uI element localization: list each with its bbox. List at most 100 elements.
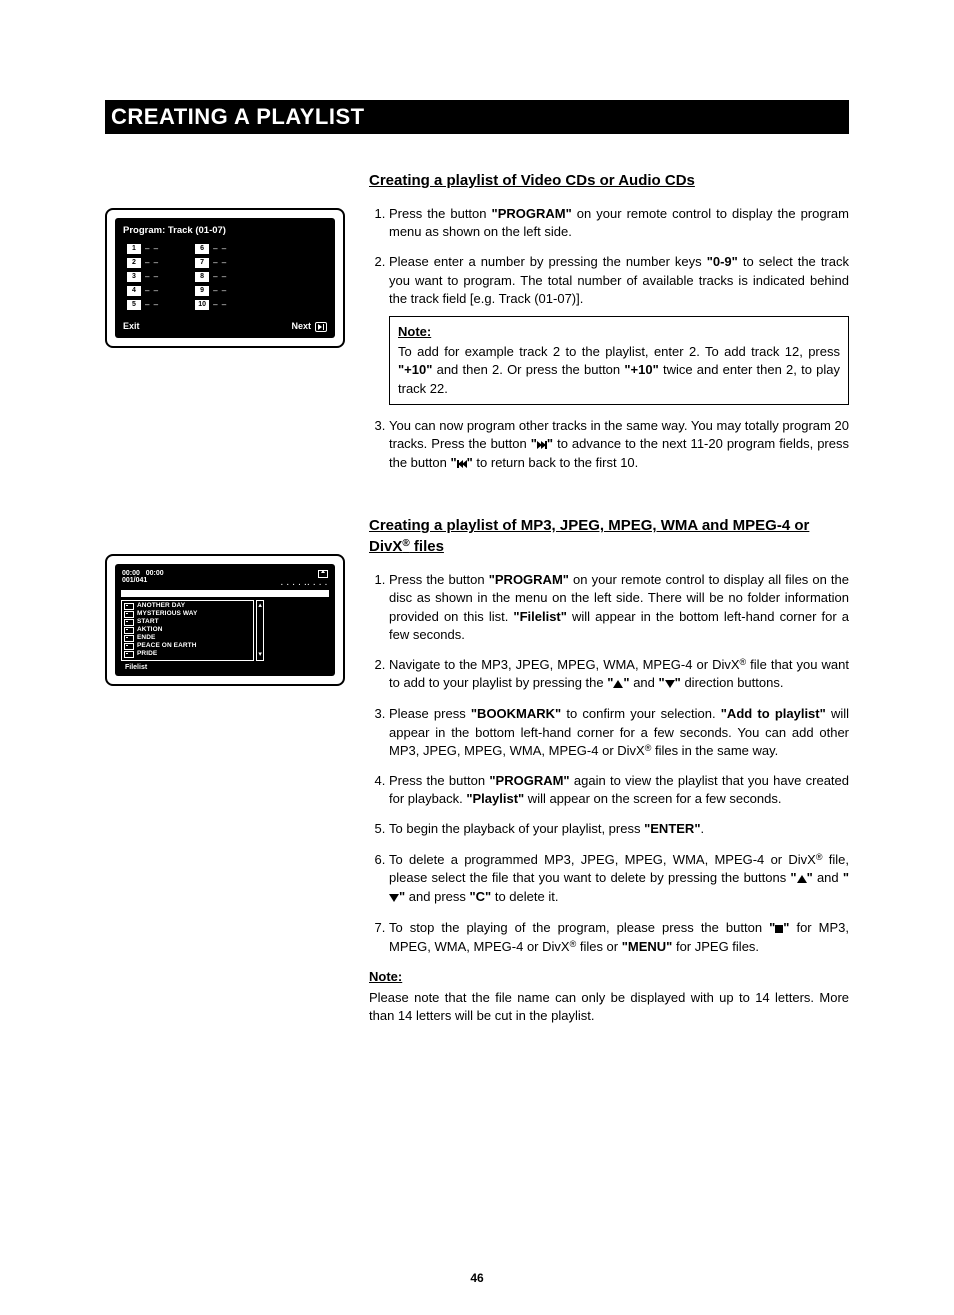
instruction-item: Press the button "PROGRAM" again to view… xyxy=(389,772,849,808)
slot-number: 3 xyxy=(127,272,141,282)
file-row: ANOTHER DAY xyxy=(124,603,251,610)
slot-number: 9 xyxy=(195,286,209,296)
ffwd-bar-icon xyxy=(545,441,547,449)
slot-number: 4 xyxy=(127,286,141,296)
file-icon xyxy=(124,635,134,642)
osd-counter: 001/041 xyxy=(122,577,147,584)
file-name: MYSTERIOUS WAY xyxy=(137,611,197,618)
osd-scrollbar: ▴ ▾ xyxy=(256,600,264,661)
slot-number: 6 xyxy=(195,244,209,254)
file-name: START xyxy=(137,619,159,626)
program-slot: 5 – – xyxy=(127,300,159,310)
program-slot: 10 – – xyxy=(195,300,227,310)
slot-placeholder: – – xyxy=(213,301,227,309)
next-icon xyxy=(315,322,327,332)
note-body: Please note that the file name can only … xyxy=(369,989,849,1025)
program-osd-figure: Program: Track (01-07) 1– –2– –3– –4– –5… xyxy=(105,208,345,348)
slot-placeholder: – – xyxy=(145,301,159,309)
osd-filelist-label: Filelist xyxy=(121,663,151,672)
program-slot: 7 – – xyxy=(195,258,227,268)
file-icon xyxy=(124,651,134,658)
scroll-up-icon: ▴ xyxy=(257,601,263,611)
left-column: Program: Track (01-07) 1– –2– –3– –4– –5… xyxy=(105,170,345,1025)
note-body: To add for example track 2 to the playli… xyxy=(398,343,840,398)
instruction-item: To begin the playback of your playlist, … xyxy=(389,820,849,838)
program-slot: 9 – – xyxy=(195,286,227,296)
right-column: Creating a playlist of Video CDs or Audi… xyxy=(369,170,849,1025)
file-name: ANOTHER DAY xyxy=(137,603,185,610)
program-slot: 8 – – xyxy=(195,272,227,282)
program-slot: 4 – – xyxy=(127,286,159,296)
rev-icon xyxy=(458,455,467,473)
slot-placeholder: – – xyxy=(145,245,159,253)
program-slot: 1 – – xyxy=(127,244,159,254)
instruction-item: Navigate to the MP3, JPEG, MPEG, WMA, MP… xyxy=(389,656,849,693)
instruction-item: To delete a programmed MP3, JPEG, MPEG, … xyxy=(389,851,849,908)
file-row: START xyxy=(124,619,251,626)
instruction-item: Please press "BOOKMARK" to confirm your … xyxy=(389,705,849,760)
file-icon xyxy=(124,627,134,634)
down-arrow-icon xyxy=(389,889,399,907)
instruction-item: Please enter a number by pressing the nu… xyxy=(389,253,849,404)
osd-file-list: ANOTHER DAYMYSTERIOUS WAYSTARTAKTIONENDE… xyxy=(121,600,254,661)
file-name: PEACE ON EARTH xyxy=(137,643,197,650)
program-slot: 2 – – xyxy=(127,258,159,268)
file-icon xyxy=(124,603,134,610)
slot-placeholder: – – xyxy=(213,273,227,281)
file-icon xyxy=(124,619,134,626)
file-icon xyxy=(124,643,134,650)
osd-progress-bar xyxy=(121,590,329,597)
program-slot: 6 – – xyxy=(195,244,227,254)
slot-placeholder: – – xyxy=(213,245,227,253)
file-row: PEACE ON EARTH xyxy=(124,643,251,650)
slot-number: 1 xyxy=(127,244,141,254)
scroll-down-icon: ▾ xyxy=(257,650,263,660)
file-name: AKTION xyxy=(137,627,163,634)
slot-placeholder: – – xyxy=(145,287,159,295)
trailing-note: Note: Please note that the file name can … xyxy=(369,968,849,1025)
slot-number: 5 xyxy=(127,300,141,310)
file-row: MYSTERIOUS WAY xyxy=(124,611,251,618)
up-arrow-icon xyxy=(613,675,623,693)
program-slot: 3 – – xyxy=(127,272,159,282)
eject-icon xyxy=(318,570,328,578)
slot-number: 2 xyxy=(127,258,141,268)
instruction-item: Press the button "PROGRAM" on your remot… xyxy=(389,571,849,644)
file-row: PRIDE xyxy=(124,651,251,658)
file-row: ENDE xyxy=(124,635,251,642)
filelist-osd-figure: 00:00 00:00 001/041 . . . . .. . . . ANO… xyxy=(105,554,345,686)
note-label: Note: xyxy=(398,323,840,341)
osd-time-a: 00:00 xyxy=(122,570,140,577)
note-label: Note: xyxy=(369,968,849,986)
instruction-list: Press the button "PROGRAM" on your remot… xyxy=(369,571,849,956)
up-arrow-icon xyxy=(797,870,807,888)
osd-time-b: 00:00 xyxy=(146,570,164,577)
file-name: PRIDE xyxy=(137,651,157,658)
note-box: Note: To add for example track 2 to the p… xyxy=(389,316,849,405)
page-number: 46 xyxy=(0,1271,954,1285)
instruction-item: You can now program other tracks in the … xyxy=(389,417,849,474)
slot-placeholder: – – xyxy=(213,287,227,295)
file-name: ENDE xyxy=(137,635,155,642)
stop-icon xyxy=(775,920,783,938)
section-heading: Creating a playlist of Video CDs or Audi… xyxy=(369,170,849,191)
content-area: Program: Track (01-07) 1– –2– –3– –4– –5… xyxy=(105,170,849,1025)
osd-next-label: Next xyxy=(291,322,311,331)
slot-placeholder: – – xyxy=(145,273,159,281)
osd-exit-label: Exit xyxy=(123,322,140,331)
program-osd-header: Program: Track (01-07) xyxy=(121,226,329,236)
slot-number: 7 xyxy=(195,258,209,268)
page-title: CREATING A PLAYLIST xyxy=(105,100,849,134)
slot-placeholder: – – xyxy=(145,259,159,267)
file-icon xyxy=(124,611,134,618)
section-heading: Creating a playlist of MP3, JPEG, MPEG, … xyxy=(369,515,849,557)
down-arrow-icon xyxy=(665,675,675,693)
instruction-list: Press the button "PROGRAM" on your remot… xyxy=(369,205,849,473)
slot-number: 8 xyxy=(195,272,209,282)
osd-dots: . . . . .. . . . xyxy=(281,580,328,587)
instruction-item: To stop the playing of the program, plea… xyxy=(389,919,849,956)
file-row: AKTION xyxy=(124,627,251,634)
instruction-item: Press the button "PROGRAM" on your remot… xyxy=(389,205,849,241)
slot-placeholder: – – xyxy=(213,259,227,267)
slot-number: 10 xyxy=(195,300,209,310)
